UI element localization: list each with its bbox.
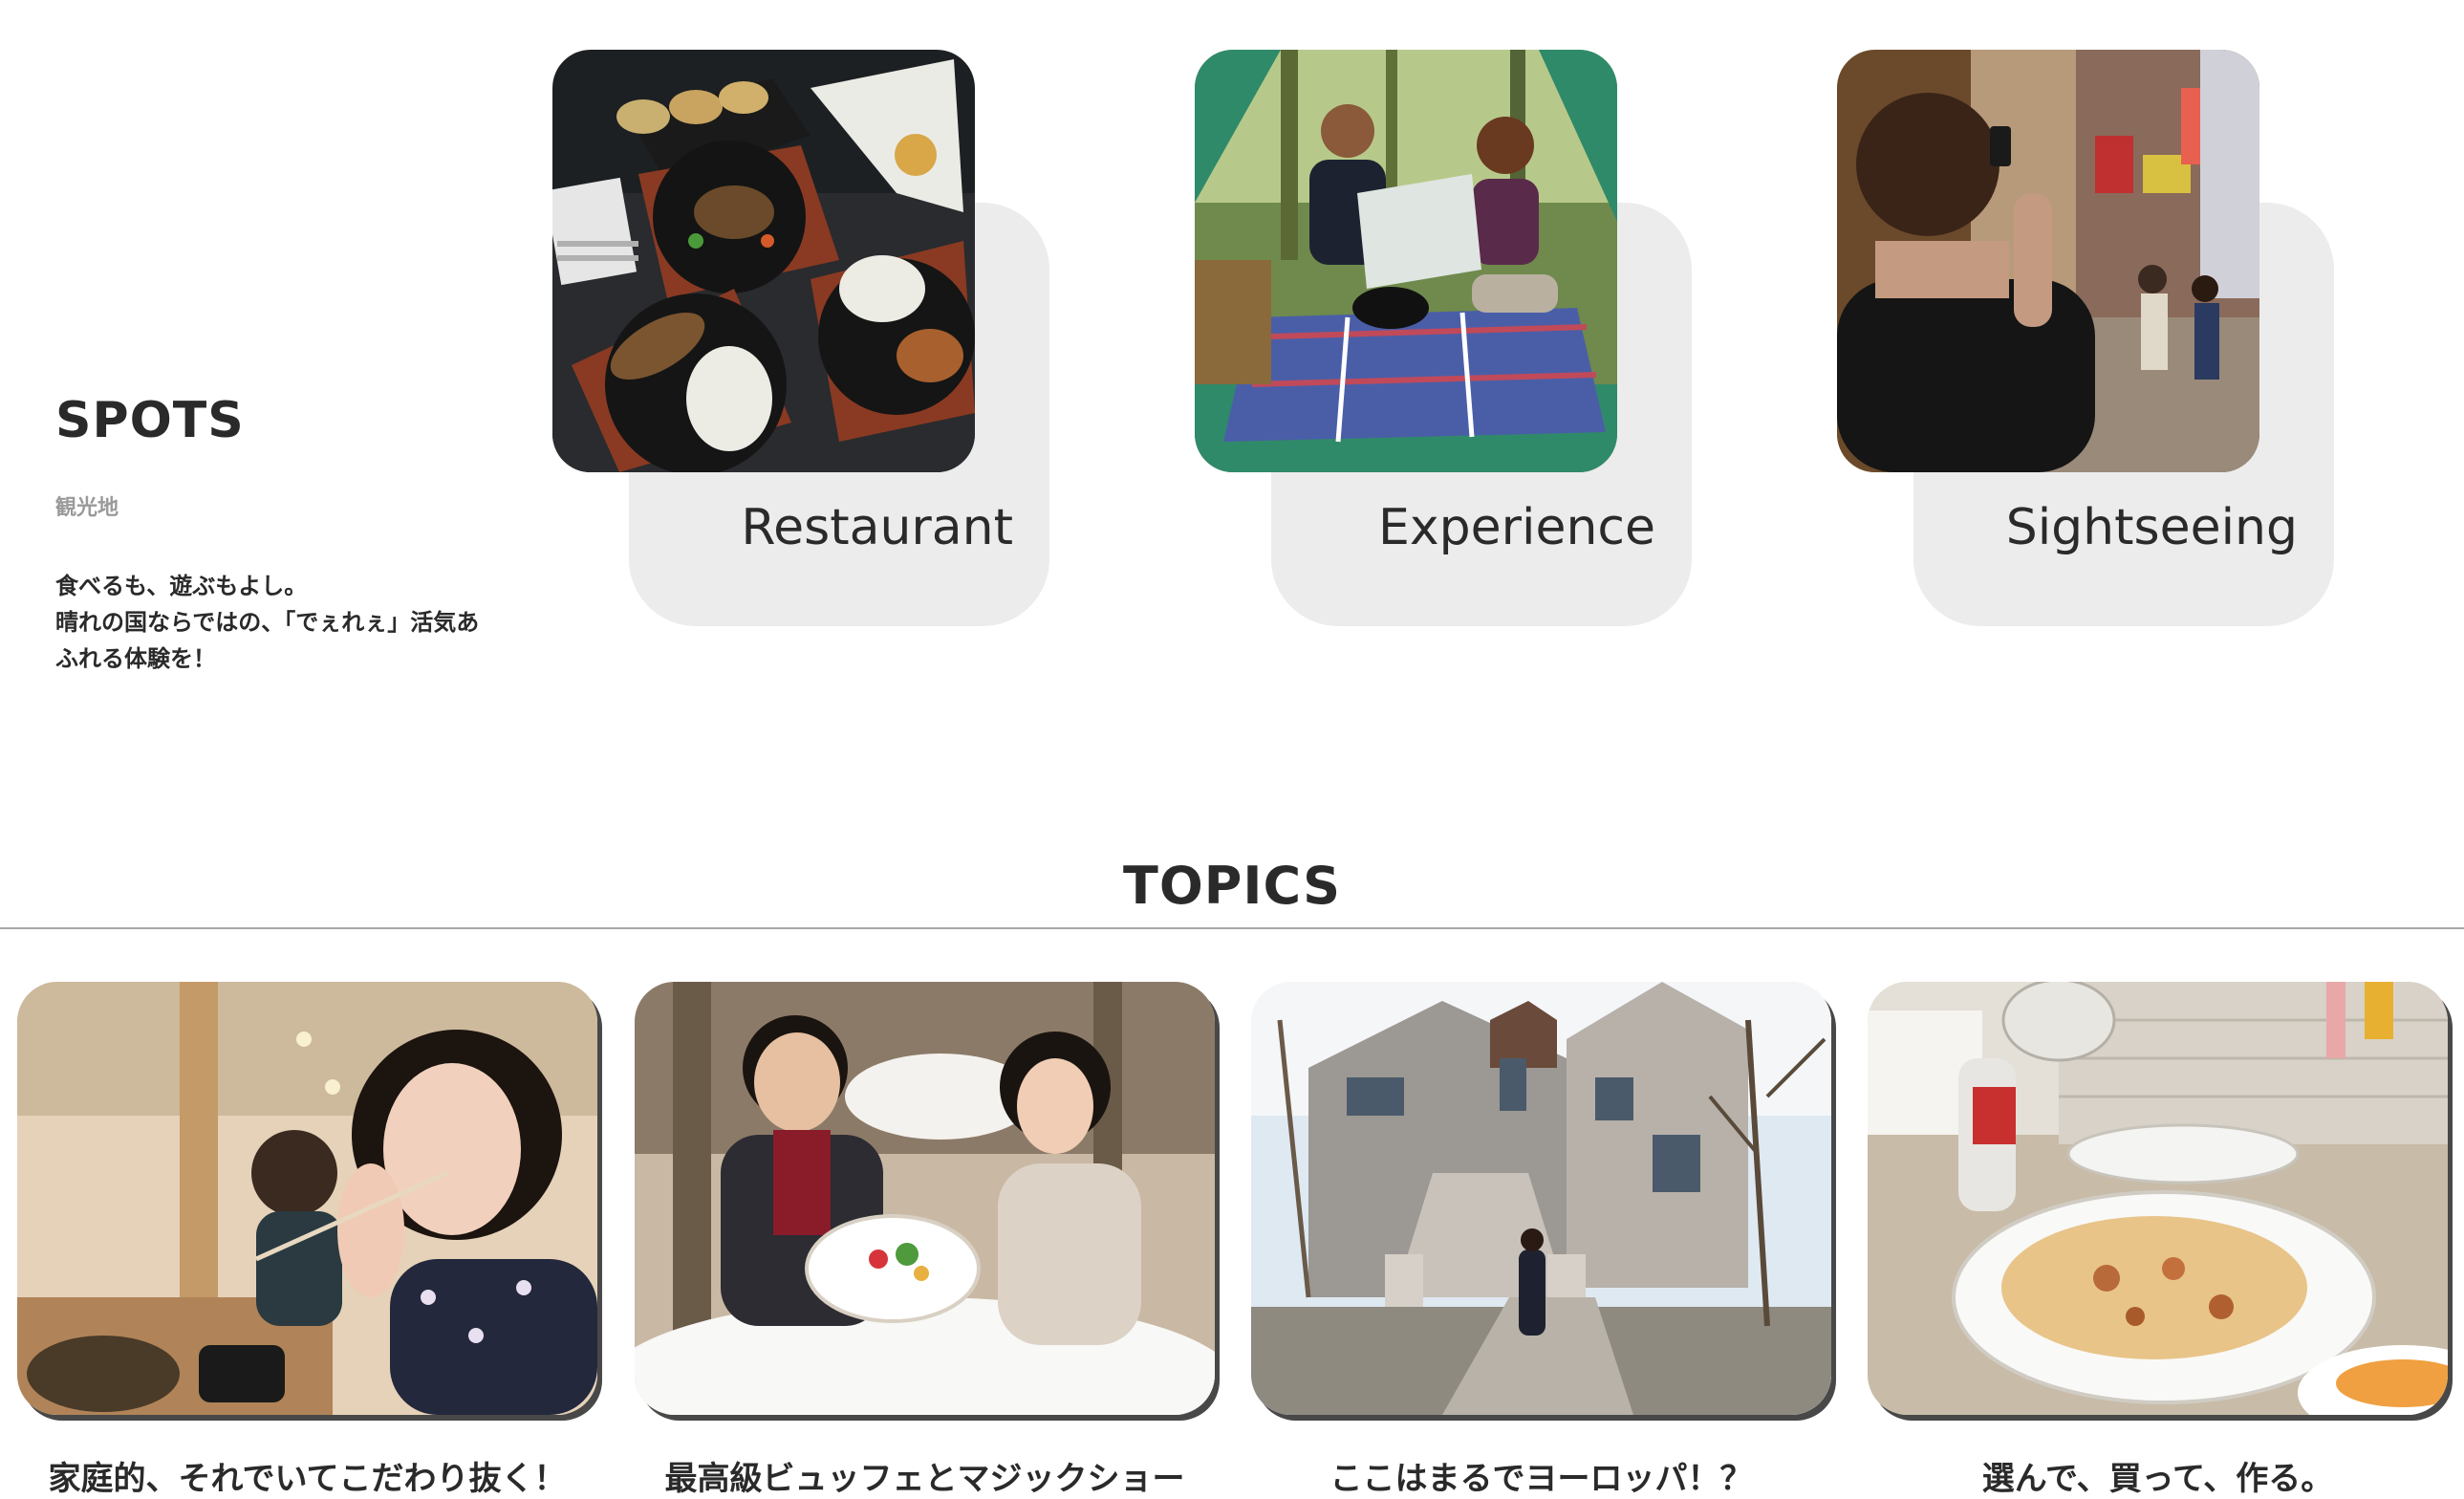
- topics-heading: TOPICS: [1123, 856, 1341, 916]
- spot-card-restaurant[interactable]: Restaurant: [552, 50, 1164, 628]
- european-castle-photo[interactable]: [1251, 982, 1831, 1415]
- spots-description: 食べるも、遊ぶもよし。 晴れの国ならではの、「でぇれぇ」活気あ ふれる体験を！: [55, 568, 552, 677]
- topic-card[interactable]: 選んで、買って、作る。: [1868, 982, 2448, 1498]
- spots-subheading: 観光地: [55, 496, 119, 520]
- spot-card-experience[interactable]: Experience: [1195, 50, 1806, 628]
- spot-label[interactable]: Experience: [1378, 499, 1655, 556]
- topic-title[interactable]: ここはまるでヨーロッパ！？: [1251, 1452, 1831, 1499]
- topic-card[interactable]: 最高級ビュッフェとマジックショー: [635, 982, 1215, 1498]
- topic-card[interactable]: ここはまるでヨーロッパ！？: [1251, 982, 1831, 1498]
- section-divider: [0, 927, 2464, 929]
- spot-card-sightseeing[interactable]: Sightseeing: [1837, 50, 2449, 628]
- spots-description-line: 晴れの国ならではの、「でぇれぇ」活気あ: [55, 609, 480, 636]
- camping-couple-photo[interactable]: [1195, 50, 1617, 472]
- woman-at-restaurant-photo[interactable]: [17, 982, 597, 1415]
- spot-label[interactable]: Restaurant: [741, 499, 1013, 556]
- topic-title[interactable]: 家庭的、それでいてこだわり抜く！: [17, 1452, 597, 1499]
- spots-description-line: ふれる体験を！: [55, 645, 216, 672]
- pizza-on-table-photo[interactable]: [1868, 982, 2448, 1415]
- street-photography-photo[interactable]: [1837, 50, 2259, 472]
- food-dishes-photo[interactable]: [552, 50, 975, 472]
- spots-heading: SPOTS: [55, 392, 245, 449]
- spot-label[interactable]: Sightseeing: [2006, 499, 2298, 556]
- spots-description-line: 食べるも、遊ぶもよし。: [55, 573, 308, 599]
- topic-card[interactable]: 家庭的、それでいてこだわり抜く！: [17, 982, 597, 1498]
- topic-title[interactable]: 選んで、買って、作る。: [1868, 1452, 2448, 1499]
- topic-title[interactable]: 最高級ビュッフェとマジックショー: [635, 1452, 1215, 1499]
- couple-with-dessert-plate-photo[interactable]: [635, 982, 1215, 1415]
